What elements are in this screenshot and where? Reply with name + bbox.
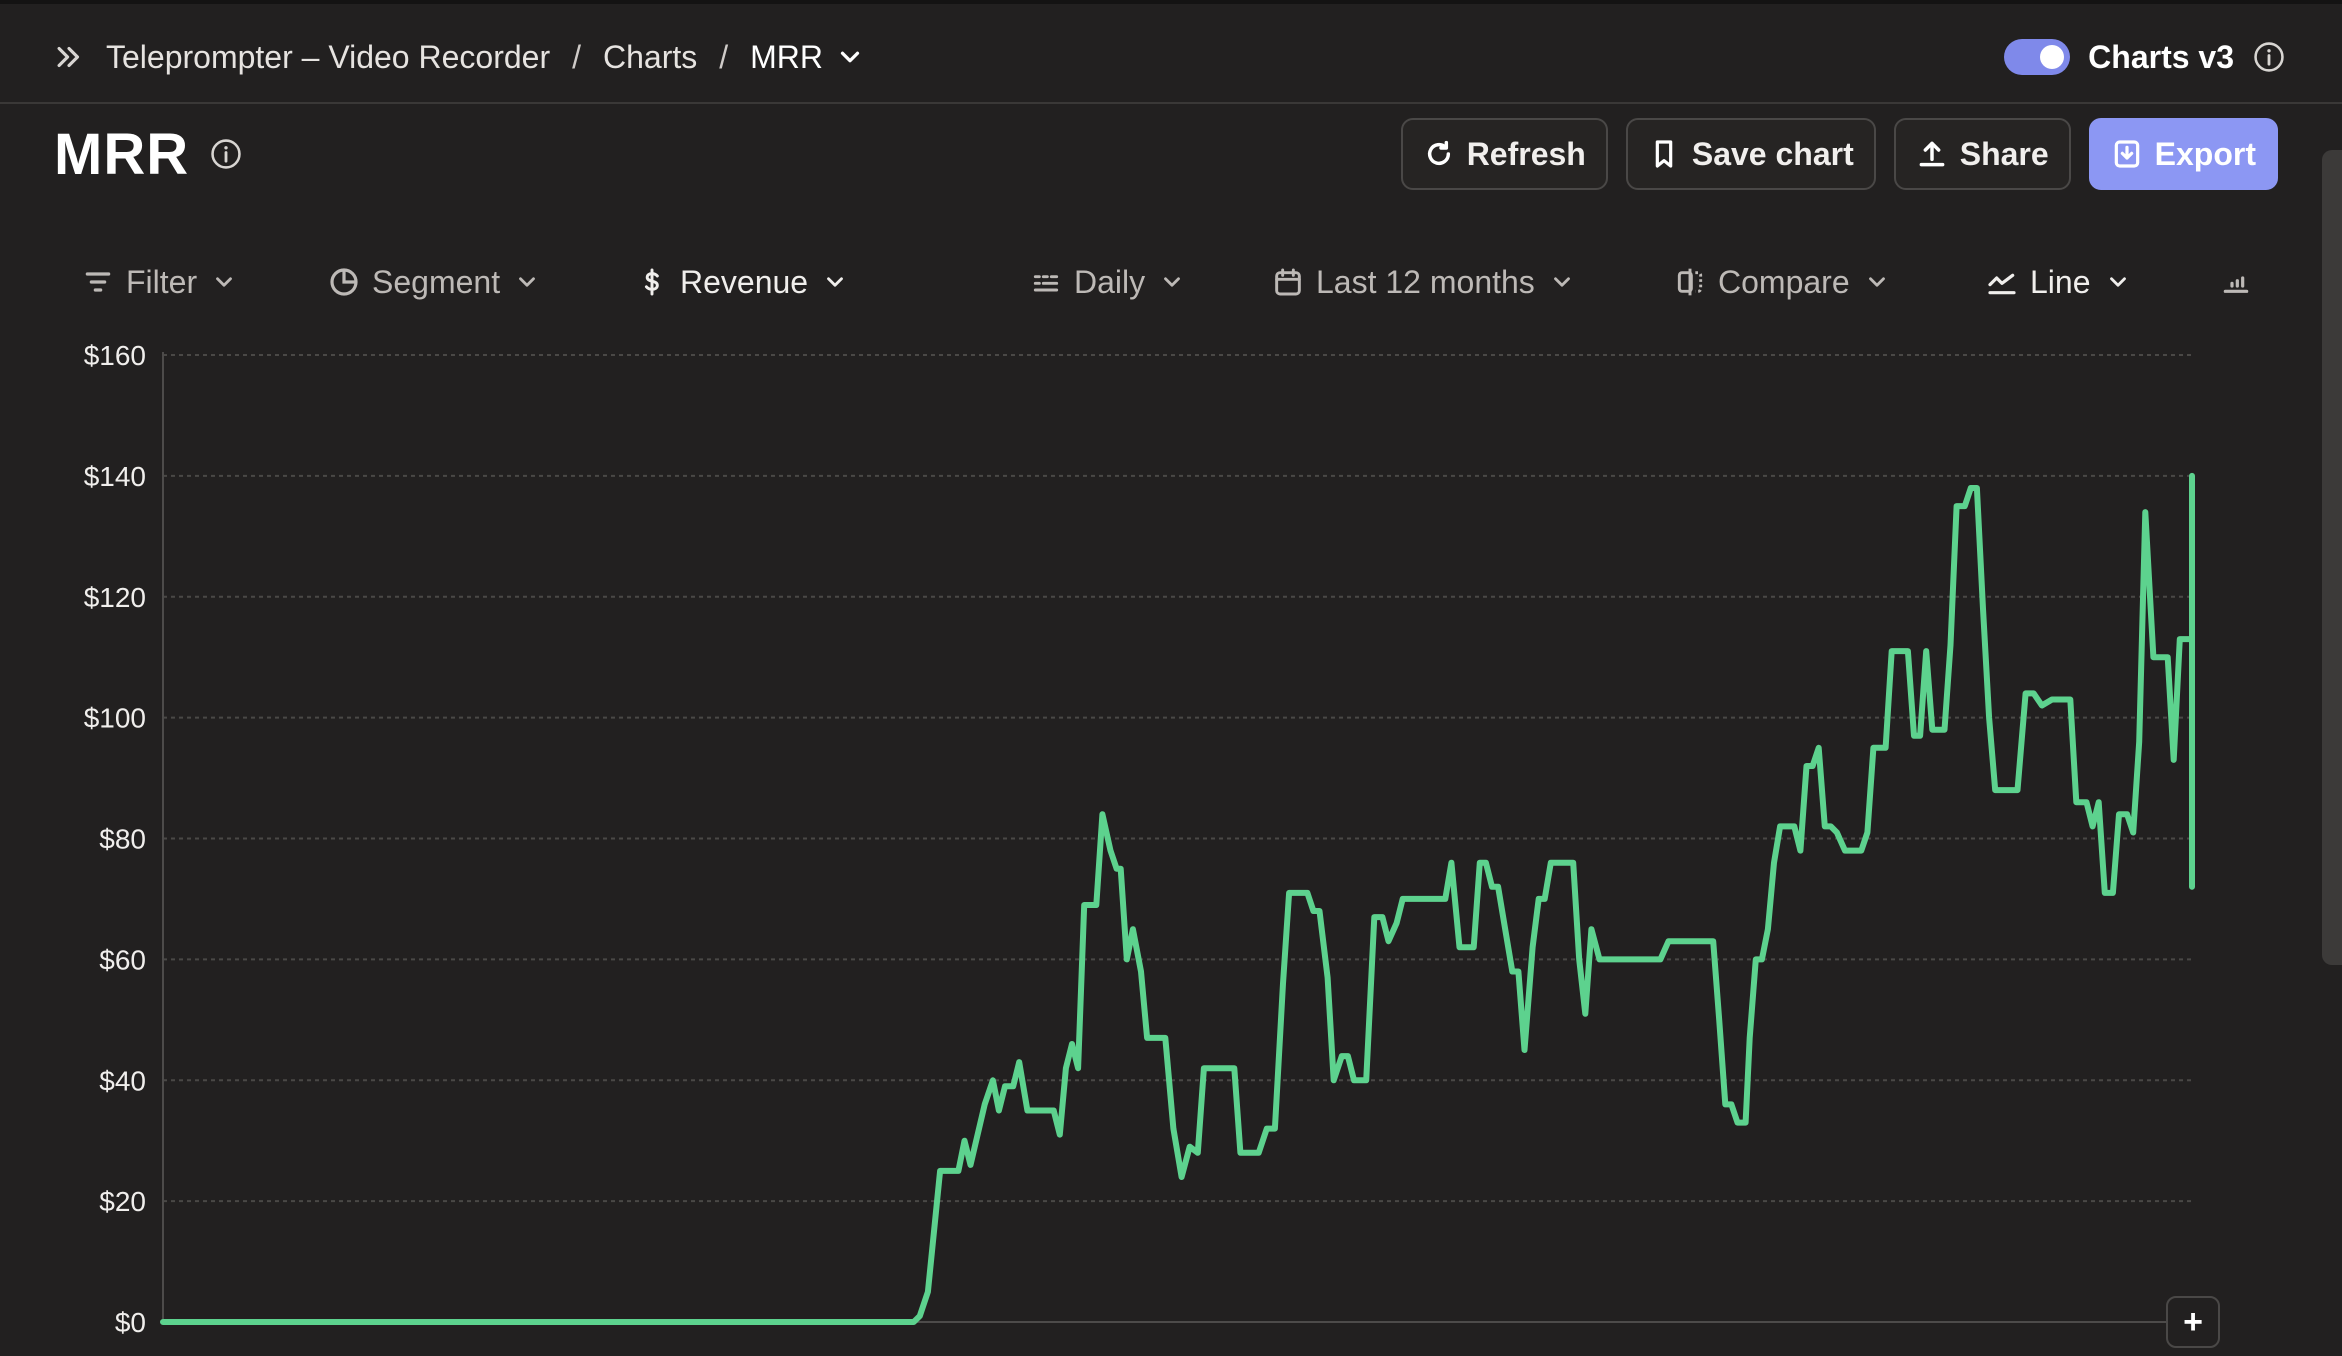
date-range-dropdown[interactable]: Last 12 months [1272,252,1575,312]
page-header: MRR [54,118,243,190]
pie-icon [330,268,358,296]
dollar-icon [644,268,659,296]
date-range-label: Last 12 months [1316,263,1535,300]
chart-toolbar: Filter Segment Revenue Daily Last 12 mon… [82,252,2262,312]
save-chart-button[interactable]: Save chart [1625,118,1876,190]
save-chart-label: Save chart [1691,135,1854,172]
upload-icon [1919,141,1945,167]
refresh-label: Refresh [1466,135,1586,172]
y-tick-label: $0 [115,1307,146,1338]
refresh-icon [1427,140,1450,166]
metric-dropdown[interactable]: Revenue [636,252,848,312]
y-tick-label: $140 [84,461,146,492]
expand-sidebar-icon[interactable] [52,40,86,74]
chevron-down-icon [519,277,535,287]
segment-label: Segment [372,263,501,300]
calendar-icon [1275,268,1301,296]
compare-label: Compare [1718,263,1850,300]
options-icon [2223,276,2249,293]
chart-actions: Refresh Save chart Share Export [1400,118,2278,190]
breadcrumb-section[interactable]: Charts [603,39,697,76]
y-tick-label: $160 [84,340,146,371]
line-chart-icon [1988,273,2016,295]
add-button[interactable]: + [2166,1296,2220,1348]
chart-options[interactable] [2220,252,2264,312]
mrr-series-line [160,472,2195,1325]
chevron-down-icon [1868,277,1885,287]
chevron-down-icon [216,277,233,287]
compare-dropdown[interactable]: Compare [1674,252,1890,312]
breadcrumb-current[interactable]: MRR [750,39,823,76]
mrr-chart: $0 $20 $40 $60 $80 $100 $120 $140 $160 [84,340,2195,1338]
toggle-knob [2040,45,2065,69]
share-label: Share [1959,135,2049,172]
breadcrumb-separator: / [719,38,729,75]
interval-icon [1033,275,1059,292]
share-button[interactable]: Share [1893,118,2071,190]
page-title: MRR [54,121,190,187]
chevron-down-icon[interactable] [835,42,865,72]
chevron-down-icon [1553,277,1570,287]
charts-v3-label: Charts v3 [2088,38,2234,75]
grid [163,354,2192,1323]
info-icon[interactable] [209,137,243,171]
charts-version: Charts v3 [2004,32,2286,82]
bookmark-icon [1655,140,1673,168]
chevron-down-icon [1164,277,1181,287]
info-icon[interactable] [2252,40,2286,74]
top-bar: Teleprompter – Video Recorder / Charts /… [0,0,2342,104]
y-axis-labels: $0 $20 $40 $60 $80 $100 $120 $140 $160 [84,340,146,1338]
y-tick-label: $100 [84,703,146,734]
metric-label: Revenue [680,263,809,300]
y-tick-label: $80 [99,824,146,855]
segment-dropdown[interactable]: Segment [328,252,540,312]
export-label: Export [2154,135,2256,172]
filter-icon [85,272,111,292]
breadcrumb-separator: / [572,38,581,75]
y-tick-label: $60 [99,944,146,975]
export-button[interactable]: Export [2088,118,2278,190]
chart-type-dropdown[interactable]: Line [1986,252,2131,312]
y-tick-label: $20 [99,1186,146,1217]
charts-v3-toggle[interactable] [2004,39,2071,75]
breadcrumb-app[interactable]: Teleprompter – Video Recorder [106,39,550,76]
interval-label: Daily [1074,263,1146,300]
export-icon [2114,140,2139,168]
chart-type-label: Line [2030,263,2091,300]
chevron-down-icon [2109,277,2126,287]
refresh-button[interactable]: Refresh [1400,118,1608,190]
chevron-down-icon [827,277,844,287]
interval-dropdown[interactable]: Daily [1030,252,1185,312]
y-tick-label: $40 [99,1065,146,1096]
compare-icon [1677,268,1703,296]
breadcrumb: Teleprompter – Video Recorder / Charts /… [52,32,865,82]
filter-dropdown[interactable]: Filter [82,252,237,312]
y-tick-label: $120 [84,582,146,613]
filter-label: Filter [126,263,198,300]
